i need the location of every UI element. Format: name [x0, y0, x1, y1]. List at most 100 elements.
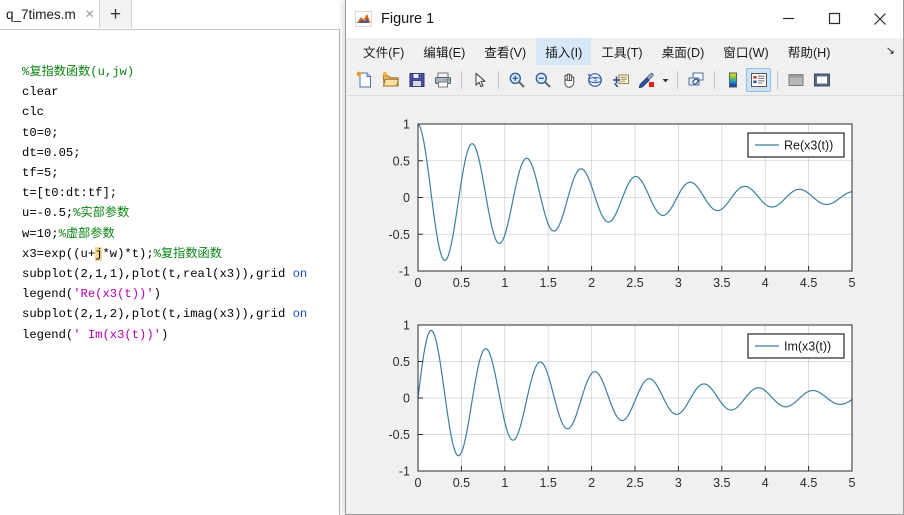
data-cursor-button[interactable]: [608, 68, 633, 92]
x-tick-label: 2.5: [626, 476, 643, 490]
rotate-3d-button[interactable]: 3: [582, 68, 607, 92]
separator-3: [677, 71, 678, 89]
code-line: clc: [22, 102, 334, 122]
new-tab-button[interactable]: +: [99, 0, 132, 28]
x-tick-label: 0.5: [453, 276, 470, 290]
top-subplot[interactable]: 0 0.5 1 1.5 2 2.5 3 3.5 4 4.5 5 -1 -0.5 0 0.5 1 Re(x3(t)…: [388, 118, 855, 291]
code-line: clear: [22, 82, 334, 102]
menu-window[interactable]: 窗口(W): [714, 38, 777, 65]
menu-help[interactable]: 帮助(H): [779, 38, 840, 65]
code-token: tf=5;: [22, 166, 59, 181]
code-token: %实部参数: [73, 206, 130, 221]
code-editor-area[interactable]: %复指数函数(u,jw) clear clc t0=0; dt=0.05; tf=5; t=…: [22, 62, 334, 345]
x-tick-label: 2: [588, 476, 595, 490]
brush-dropdown[interactable]: [660, 68, 671, 92]
svg-text:3: 3: [593, 78, 597, 85]
legend[interactable]: Re(x3(t)): [747, 132, 845, 158]
code-line: x3=exp((u+j*w)*t);%复指数函数: [22, 244, 334, 264]
overflow-arrow-icon[interactable]: ↘: [886, 44, 895, 57]
x-tick-label: 1.5: [540, 476, 557, 490]
print-figure-button[interactable]: [430, 68, 455, 92]
colorbar-button[interactable]: [720, 68, 745, 92]
x-tick-label: 5: [849, 476, 856, 490]
pan-button[interactable]: [556, 68, 581, 92]
maximize-button[interactable]: [811, 0, 857, 37]
code-token: 'Re(x3(t))': [73, 287, 154, 302]
code-token: subplot(2,1,2),plot(t,imag(x3)),grid: [22, 307, 293, 322]
figure-toolbar: 3: [346, 65, 903, 96]
legend-button[interactable]: [746, 68, 771, 92]
code-token: legend(: [22, 327, 74, 342]
save-figure-button[interactable]: [404, 68, 429, 92]
code-line: w=10;%虚部参数: [22, 224, 334, 244]
menu-edit[interactable]: 编辑(E): [414, 38, 474, 65]
printer-icon: [434, 72, 451, 88]
zoom-out-button[interactable]: [530, 68, 555, 92]
x-tick-label: 3: [675, 476, 682, 490]
edit-plot-button[interactable]: [467, 68, 492, 92]
save-disk-icon: [409, 73, 424, 87]
menu-tools[interactable]: 工具(T): [592, 38, 651, 65]
code-token: %复指数函数: [153, 246, 222, 261]
code-token: t=[t0:dt:tf];: [22, 186, 118, 201]
x-tick-label: 4.5: [800, 276, 817, 290]
minimize-button[interactable]: [765, 0, 811, 37]
open-file-button[interactable]: [378, 68, 403, 92]
bottom-subplot[interactable]: 0 0.5 1 1.5 2 2.5 3 3.5 4 4.5 5 -1 -0.5 0 0.5 1 Im(x3(t)…: [388, 319, 855, 491]
x-tick-label: 4.5: [800, 476, 817, 490]
code-line: legend(' Im(x3(t))'): [22, 325, 334, 345]
x-tick-label: 4: [762, 276, 769, 290]
editor-tabstrip: q_7times.m ✕ +: [0, 0, 340, 30]
code-token: clc: [22, 105, 44, 120]
menu-view[interactable]: 查看(V): [475, 38, 535, 65]
x-tick-label: 4: [762, 476, 769, 490]
zoom-in-icon: [509, 72, 525, 88]
y-tick-label: 1: [403, 118, 410, 132]
hide-plot-tools-button[interactable]: [783, 68, 808, 92]
code-token: on: [292, 267, 308, 282]
x-tick-label: 1: [501, 476, 508, 490]
code-token: subplot(2,1,1),plot(t,real(x3)),grid: [22, 267, 293, 282]
x-tick-label: 0: [415, 476, 422, 490]
colorbar-icon: [728, 72, 737, 88]
code-line: t0=0;: [22, 123, 334, 143]
open-folder-icon: [382, 72, 399, 87]
matlab-editor-window: q_7times.m ✕ + %复指数函数(u,jw) clear clc t0=0;…: [0, 0, 340, 515]
brush-icon: [638, 73, 654, 89]
hide-plot-tools-icon: [788, 74, 803, 86]
code-token: dt=0.05;: [22, 145, 81, 160]
menu-insert[interactable]: 插入(I): [536, 38, 592, 65]
code-token: ): [153, 287, 161, 302]
new-figure-button[interactable]: [352, 68, 377, 92]
rotate-3d-icon: 3: [587, 73, 602, 87]
close-button[interactable]: [857, 0, 903, 37]
y-tick-label: 0.5: [393, 154, 410, 168]
code-line: t=[t0:dt:tf];: [22, 183, 334, 203]
code-token: on: [292, 307, 308, 322]
menu-desktop[interactable]: 桌面(D): [653, 38, 714, 65]
y-tick-label: -0.5: [388, 428, 410, 442]
link-plots-button[interactable]: [683, 68, 708, 92]
brush-button[interactable]: [634, 68, 659, 92]
figure-canvas: 0 0.5 1 1.5 2 2.5 3 3.5 4 4.5 5 -1 -0.5 0 0.5 1 Re(x3(t)…: [346, 96, 903, 512]
figure-titlebar[interactable]: Figure 1: [346, 0, 903, 38]
x-tick-label: 0: [415, 276, 422, 290]
code-token: *w)*t);: [102, 246, 154, 261]
legend[interactable]: Im(x3(t)): [747, 333, 845, 359]
x-tick-label: 3: [675, 276, 682, 290]
link-plots-icon: [688, 72, 703, 86]
separator-4: [714, 71, 715, 89]
zoom-out-icon: [535, 72, 551, 88]
menu-file[interactable]: 文件(F): [354, 38, 413, 65]
editor-tab-q7times[interactable]: q_7times.m ✕: [0, 0, 107, 28]
legend-label: Re(x3(t)): [784, 139, 833, 153]
show-plot-tools-button[interactable]: [809, 68, 834, 92]
screen: q_7times.m ✕ + %复指数函数(u,jw) clear clc t0=0;…: [0, 0, 904, 515]
data-cursor-icon: [612, 74, 629, 88]
code-token: t0=0;: [22, 125, 59, 140]
x-tick-label: 1: [501, 276, 508, 290]
separator-5: [777, 71, 778, 89]
close-icon[interactable]: ✕: [83, 7, 97, 21]
x-tick-label: 0.5: [453, 476, 470, 490]
zoom-in-button[interactable]: [504, 68, 529, 92]
